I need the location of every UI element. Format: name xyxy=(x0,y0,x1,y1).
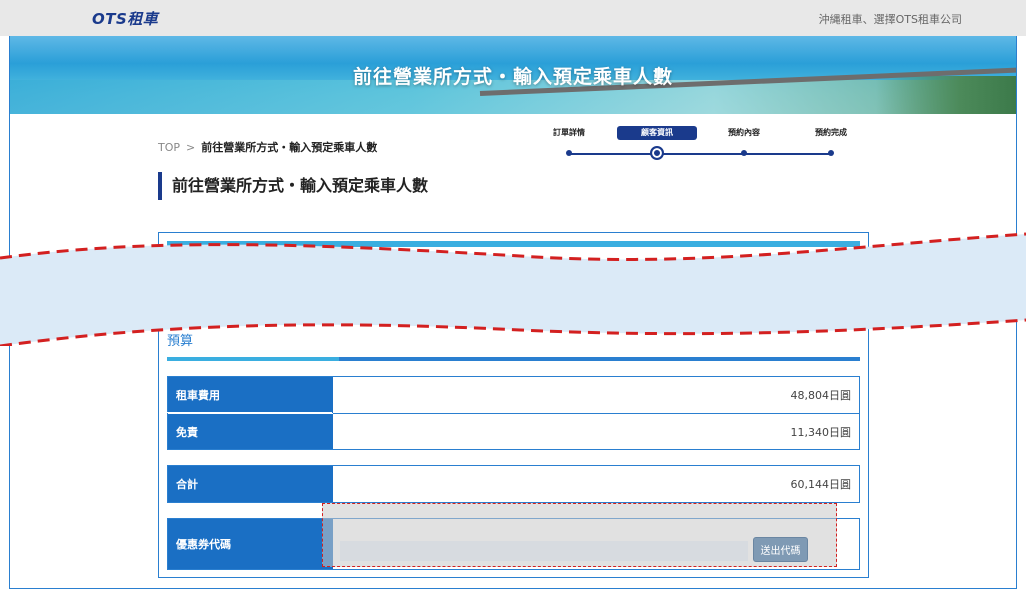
hero-banner: 前往營業所方式・輸入預定乘車人數 xyxy=(10,36,1016,114)
coupon-code-input[interactable] xyxy=(340,541,748,561)
page-title: 前往營業所方式・輸入預定乘車人數 xyxy=(158,172,428,200)
site-header: OTS租車 沖縄租車、選擇OTS租車公司 xyxy=(0,0,1026,36)
budget-title-rule xyxy=(167,357,860,361)
step-reservation-content: 預約內容 xyxy=(716,126,772,156)
total-value: 60,144日圓 xyxy=(790,478,852,491)
step-label: 訂單詳情 xyxy=(553,128,585,137)
progress-steps: 訂單詳情 顧客資訊 預約內容 預約完成 xyxy=(548,126,848,162)
step-order-details: 訂單詳情 xyxy=(541,126,597,156)
ots-logo[interactable]: OTS租車 xyxy=(92,8,158,29)
step-label: 預約完成 xyxy=(815,128,847,137)
row-divider xyxy=(333,413,859,414)
total-label: 合計 xyxy=(168,466,333,502)
step-reservation-complete: 預約完成 xyxy=(803,126,859,156)
exemption-fee-value: 11,340日圓 xyxy=(790,425,852,439)
step-customer-info: 顧客資訊 xyxy=(617,126,697,160)
omitted-content-cut xyxy=(0,232,1026,346)
budget-title: 預算 xyxy=(167,334,194,349)
breadcrumb-separator: > xyxy=(186,141,196,154)
breadcrumb-current: 前往營業所方式・輸入預定乘車人數 xyxy=(201,141,378,154)
rental-fee-value: 48,804日圓 xyxy=(790,389,852,402)
step-dot-current xyxy=(650,146,664,160)
rental-fee-label: 租車費用 xyxy=(168,377,333,413)
banner-title: 前往營業所方式・輸入預定乘車人數 xyxy=(352,66,673,88)
step-dot xyxy=(828,150,834,156)
total-row: 合計 60,144日圓 xyxy=(167,465,860,503)
label-divider xyxy=(167,412,332,413)
fee-table: 租車費用 48,804日圓 免責 11,340日圓 xyxy=(167,376,860,450)
exemption-fee-label: 免責 xyxy=(168,414,333,449)
breadcrumb-home-link[interactable]: TOP xyxy=(158,141,180,154)
submit-coupon-button[interactable]: 送出代碼 xyxy=(753,537,808,562)
breadcrumb: TOP > 前往營業所方式・輸入預定乘車人數 xyxy=(158,139,377,155)
step-dot xyxy=(566,150,572,156)
step-dot xyxy=(741,150,747,156)
progress-line xyxy=(569,153,831,155)
step-label: 預約內容 xyxy=(728,128,760,137)
step-label: 顧客資訊 xyxy=(617,126,697,140)
coupon-label: 優惠券代碼 xyxy=(168,519,333,569)
header-tagline: 沖縄租車、選擇OTS租車公司 xyxy=(818,13,962,26)
